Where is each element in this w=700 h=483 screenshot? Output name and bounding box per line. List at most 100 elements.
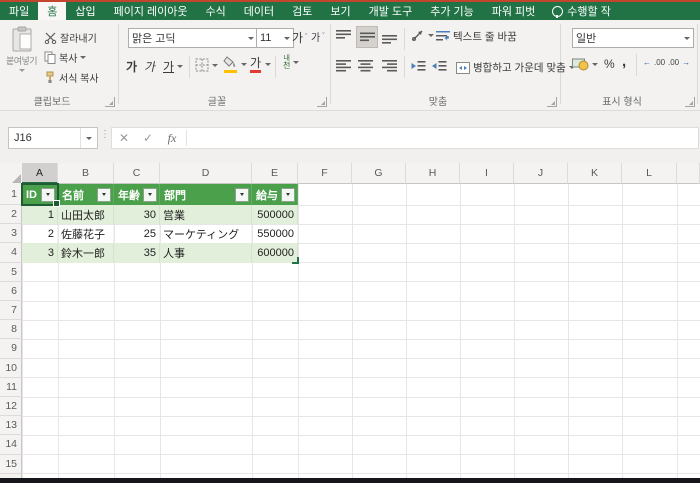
format-painter-button[interactable]: 서식 복사 [44,70,99,85]
accounting-format-button[interactable] [572,57,598,71]
tab-power-pivot[interactable]: 파워 피벗 [483,2,545,20]
font-dialog-launcher[interactable] [317,97,327,107]
alignment-dialog-launcher[interactable] [547,97,557,107]
tab-view[interactable]: 보기 [321,2,359,20]
table-cell[interactable]: 550000 [252,224,298,243]
font-name-combo[interactable]: 맑은 고딕 [128,28,258,48]
align-center-button[interactable] [358,60,373,72]
table-header-年齢[interactable]: 年齢 [114,184,160,205]
italic-button[interactable]: 가 [145,58,156,75]
grow-font-button[interactable]: 가ˆ [292,29,307,46]
row-header-9[interactable]: 9 [0,339,22,358]
formula-bar-grip[interactable]: ⋮ [100,129,110,140]
row-header-15[interactable]: 15 [0,455,22,474]
column-header-F[interactable]: F [298,163,352,184]
tab-data[interactable]: 데이터 [235,2,283,20]
percent-style-button[interactable]: % [604,57,615,71]
column-header-I[interactable]: I [460,163,514,184]
row-header-13[interactable]: 13 [0,416,22,435]
row-header-14[interactable]: 14 [0,435,22,454]
tell-me-box[interactable]: 수행할 작 [546,2,617,20]
clipboard-dialog-launcher[interactable] [105,97,115,107]
filter-button[interactable] [41,188,55,202]
column-header-partial[interactable] [677,163,700,184]
tab-review[interactable]: 검토 [283,2,321,20]
table-cell[interactable]: 佐藤花子 [58,224,114,243]
filter-button[interactable] [97,188,111,202]
table-header-名前[interactable]: 名前 [58,184,114,205]
column-header-G[interactable]: G [352,163,406,184]
filter-button[interactable] [281,188,295,202]
tab-file[interactable]: 파일 [0,2,38,20]
row-header-6[interactable]: 6 [0,282,22,301]
table-header-ID[interactable]: ID [22,184,58,205]
table-cell[interactable]: 25 [114,224,160,243]
number-dialog-launcher[interactable] [685,97,695,107]
underline-button[interactable]: 가 [163,58,183,75]
tab-home[interactable]: 홈 [38,2,66,20]
tab-page-layout[interactable]: 페이지 레이아웃 [105,2,197,20]
decrease-indent-button[interactable] [411,60,426,72]
table-cell[interactable]: 鈴木一郎 [58,243,114,262]
column-header-D[interactable]: D [160,163,252,184]
bold-button[interactable]: 가 [126,58,137,75]
table-resize-handle[interactable] [292,257,299,264]
table-cell[interactable]: 35 [114,243,160,262]
table-cell[interactable]: 3 [22,243,58,262]
align-right-button[interactable] [382,60,397,72]
cancel-button[interactable]: ✕ [112,131,136,145]
tab-formulas[interactable]: 수식 [197,2,235,20]
column-header-A[interactable]: A [22,163,58,184]
increase-indent-button[interactable] [432,60,447,72]
middle-align-button[interactable] [356,26,378,48]
decrease-decimal-button[interactable]: .00→ [668,58,690,67]
wrap-text-button[interactable]: 텍스트 줄 바꿈 [436,29,517,44]
column-header-E[interactable]: E [252,163,298,184]
row-header-7[interactable]: 7 [0,301,22,320]
table-header-給与[interactable]: 給与 [252,184,298,205]
column-header-H[interactable]: H [406,163,460,184]
merge-center-button[interactable]: 병합하고 가운데 맞춤 [456,60,575,75]
shrink-font-button[interactable]: 가ˇ [311,29,325,44]
orientation-button[interactable] [411,28,434,42]
insert-function-button[interactable]: fx [160,131,184,146]
fill-color-button[interactable] [223,56,247,73]
phonetic-guide-button[interactable]: 내 천 [283,55,299,70]
increase-decimal-button[interactable]: ←.00 [643,58,665,67]
borders-button[interactable] [195,58,218,72]
row-header-12[interactable]: 12 [0,397,22,416]
row-header-8[interactable]: 8 [0,320,22,339]
tab-add-ins[interactable]: 추가 기능 [421,2,483,20]
row-header-4[interactable]: 4 [0,243,22,262]
column-header-C[interactable]: C [114,163,160,184]
column-header-K[interactable]: K [568,163,622,184]
table-cell[interactable]: 30 [114,205,160,224]
font-size-combo[interactable]: 11 [256,28,294,48]
comma-style-button[interactable]: , [622,53,626,70]
row-header-1[interactable]: 1 [0,184,22,205]
bottom-align-button[interactable] [382,32,397,44]
filter-button[interactable] [235,188,249,202]
table-cell[interactable]: 500000 [252,205,298,224]
row-header-5[interactable]: 5 [0,263,22,282]
table-cell[interactable]: 山田太郎 [58,205,114,224]
enter-button[interactable]: ✓ [136,131,160,145]
table-cell[interactable]: 1 [22,205,58,224]
column-header-B[interactable]: B [58,163,114,184]
select-all-corner[interactable] [0,163,23,185]
tab-developer[interactable]: 개발 도구 [360,2,422,20]
top-align-button[interactable] [336,30,351,42]
row-header-10[interactable]: 10 [0,359,22,378]
number-format-combo[interactable]: 일반 [572,28,694,48]
table-cell[interactable]: 人事 [160,243,252,262]
tab-insert[interactable]: 삽입 [66,2,104,20]
column-header-L[interactable]: L [622,163,677,184]
align-left-button[interactable] [336,60,351,72]
table-cell[interactable]: 営業 [160,205,252,224]
table-cell[interactable]: マーケティング [160,224,252,243]
formula-input-area[interactable]: ✕ ✓ fx [111,127,699,149]
table-cell[interactable]: 2 [22,224,58,243]
row-header-3[interactable]: 3 [0,224,22,243]
column-header-J[interactable]: J [514,163,568,184]
cut-button[interactable]: 잘라내기 [44,30,97,45]
